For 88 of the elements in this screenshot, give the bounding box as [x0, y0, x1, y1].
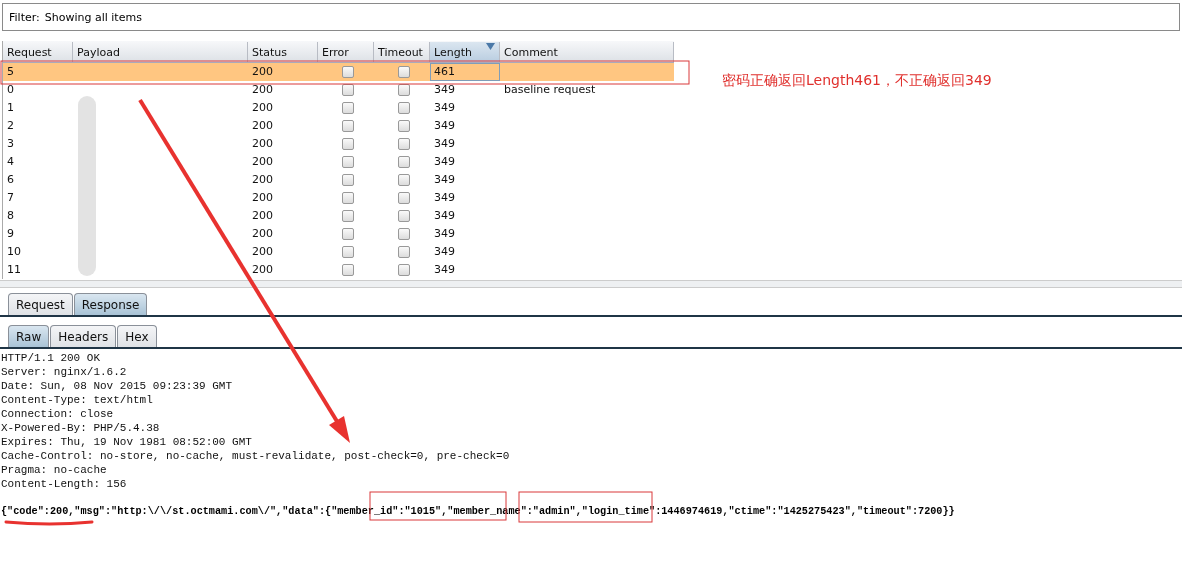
header-line: Expires: Thu, 19 Nov 1981 08:52:00 GMT	[1, 435, 253, 449]
table-cell-text: 3	[6, 136, 15, 152]
header-line: X-Powered-By: PHP/5.4.38	[1, 421, 161, 435]
table-cell-text: 349	[433, 190, 456, 206]
checkbox[interactable]	[342, 246, 354, 258]
column-header[interactable]: Error	[318, 41, 374, 62]
table-cell-text: 6	[6, 172, 15, 188]
table-cell-text: 349	[433, 118, 456, 134]
sort-descending-icon	[486, 41, 495, 50]
table-cell-text: 200	[251, 190, 274, 206]
table-cell-text: 200	[251, 208, 274, 224]
filter-bar[interactable]: Filter: Showing all items	[2, 3, 1180, 31]
checkbox[interactable]	[398, 246, 410, 258]
table-cell-text: 349	[433, 262, 456, 278]
column-header[interactable]: Length	[430, 41, 500, 62]
checkbox[interactable]	[398, 192, 410, 204]
column-header[interactable]: Comment	[500, 41, 674, 62]
checkbox[interactable]	[342, 174, 354, 186]
checkbox[interactable]	[342, 192, 354, 204]
splitter-bar[interactable]	[0, 280, 1182, 288]
table-cell-text: 200	[251, 136, 274, 152]
header-line: Connection: close	[1, 407, 115, 421]
table-cell-text: 200	[251, 118, 274, 134]
checkbox[interactable]	[398, 138, 410, 150]
table-cell-text: 7	[6, 190, 15, 206]
checkbox[interactable]	[342, 210, 354, 222]
subtabs-tab[interactable]: Hex	[117, 325, 157, 347]
table-cell-text: 200	[251, 172, 274, 188]
checkbox[interactable]	[342, 264, 354, 276]
table-cell-text: 10	[6, 244, 22, 260]
table-cell-text: 200	[251, 244, 274, 260]
table-cell-text: 4	[6, 154, 15, 170]
checkbox[interactable]	[342, 66, 354, 78]
table-cell-text: 200	[251, 262, 274, 278]
tabs-tab[interactable]: Response	[73, 293, 148, 315]
checkbox[interactable]	[342, 120, 354, 132]
table-cell-text: 349	[433, 244, 456, 260]
table-cell-text: 200	[251, 226, 274, 242]
header-line: Server: nginx/1.6.2	[1, 365, 128, 379]
annotation-text: 密码正确返回Length461，不正确返回349	[722, 72, 992, 90]
checkbox[interactable]	[398, 156, 410, 168]
table-cell-text: 9	[6, 226, 15, 242]
header-line: Content-Type: text/html	[1, 393, 154, 407]
column-header[interactable]: Status	[248, 41, 318, 62]
column-header[interactable]: Request	[3, 41, 73, 62]
checkbox[interactable]	[342, 138, 354, 150]
table-cell-text: 349	[433, 154, 456, 170]
checkbox[interactable]	[398, 264, 410, 276]
table-cell-text: 200	[251, 154, 274, 170]
table-cell-text: 2	[6, 118, 15, 134]
table-cell-text: 0	[6, 82, 15, 98]
checkbox[interactable]	[398, 174, 410, 186]
table-cell-text: 349	[433, 226, 456, 242]
table-cell-text: 5	[6, 64, 15, 80]
subtabs-tab[interactable]: Headers	[50, 325, 117, 347]
table-cell-text: 200	[251, 100, 274, 116]
table-cell-text: 8	[6, 208, 15, 224]
header-line: Cache-Control: no-store, no-cache, must-revalidate, post-check=0, pre-check=0	[1, 449, 511, 463]
table-cell-text: 349	[433, 82, 456, 98]
checkbox[interactable]	[398, 210, 410, 222]
checkbox[interactable]	[398, 228, 410, 240]
table-cell-text: 1	[6, 100, 15, 116]
filter-text: Showing all items	[44, 10, 142, 24]
checkbox[interactable]	[342, 102, 354, 114]
table-cell-text: 11	[6, 262, 22, 278]
table-cell-text: 349	[433, 172, 456, 188]
table-cell-text: 349	[433, 136, 456, 152]
table-cell: 461	[430, 63, 500, 81]
selected-row[interactable]: 5 200 461	[3, 63, 674, 81]
checkbox[interactable]	[398, 66, 410, 78]
checkbox[interactable]	[398, 102, 410, 114]
table-cell-text: 200	[251, 82, 274, 98]
filter-label: Filter:	[9, 10, 40, 24]
table-cell-text: 349	[433, 100, 456, 116]
header-line: HTTP/1.1 200 OK	[1, 351, 102, 365]
tabs-tab[interactable]: Request	[8, 293, 73, 315]
table-cell-text: 349	[433, 208, 456, 224]
subtabs-tab[interactable]: Raw	[8, 325, 50, 347]
table-cell-text: 200	[251, 64, 274, 80]
checkbox[interactable]	[342, 228, 354, 240]
checkbox[interactable]	[398, 120, 410, 132]
table-cell-text: baseline request	[503, 82, 597, 98]
header-line: Content-Length: 156	[1, 477, 128, 491]
header-line: Pragma: no-cache	[1, 463, 108, 477]
response-body: {"code":200,"msg":"http:\/\/st.octmami.com\/","data":{"member_id":"1015","member_name":"admin","login_time":1446974619,"ctime":"1425275423","timeout":7200}}	[1, 505, 956, 519]
checkbox[interactable]	[342, 156, 354, 168]
column-header[interactable]: Payload	[73, 41, 248, 62]
header-line: Date: Sun, 08 Nov 2015 09:23:39 GMT	[1, 379, 234, 393]
